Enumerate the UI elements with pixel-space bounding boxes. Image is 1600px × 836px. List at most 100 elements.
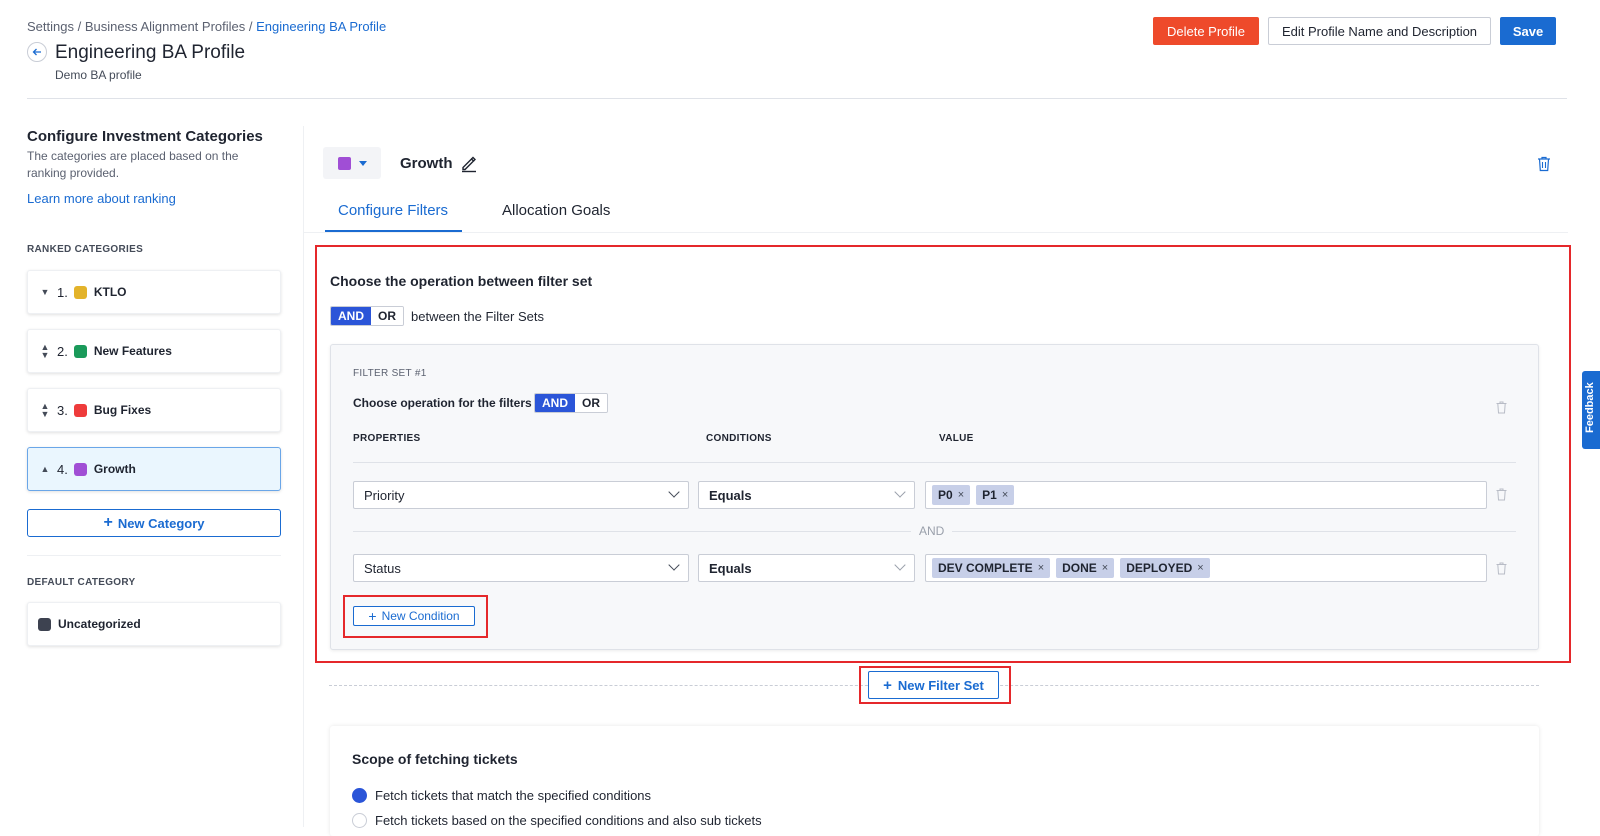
breadcrumb-ba-profiles[interactable]: Business Alignment Profiles bbox=[85, 19, 245, 34]
and-toggle-option[interactable]: AND bbox=[535, 394, 575, 412]
radio-button[interactable] bbox=[352, 813, 367, 828]
properties-column-header: PROPERTIES bbox=[353, 433, 421, 444]
condition-select[interactable]: Equals bbox=[698, 554, 915, 582]
or-toggle-option[interactable]: OR bbox=[371, 307, 403, 325]
category-card-growth[interactable]: ▲ 4. Growth bbox=[27, 447, 281, 491]
new-filter-set-button[interactable]: + New Filter Set bbox=[868, 671, 999, 699]
or-toggle-option[interactable]: OR bbox=[575, 394, 607, 412]
breadcrumb-separator: / bbox=[245, 19, 257, 34]
category-rank: 4. bbox=[57, 461, 68, 477]
category-color-swatch bbox=[38, 617, 51, 631]
category-color-swatch bbox=[73, 462, 87, 476]
category-rank: 2. bbox=[57, 343, 68, 359]
trash-icon[interactable] bbox=[1496, 488, 1507, 501]
chip-label: DEV COMPLETE bbox=[938, 561, 1033, 575]
close-icon[interactable]: × bbox=[1002, 489, 1008, 501]
category-color-picker[interactable] bbox=[323, 147, 381, 179]
sort-icon[interactable]: ▲ ▼ bbox=[38, 343, 52, 360]
filter-operation-toggle[interactable]: AND OR bbox=[534, 393, 608, 413]
property-select[interactable]: Status bbox=[353, 554, 689, 582]
chip-label: DEPLOYED bbox=[1126, 561, 1193, 575]
condition-value: Equals bbox=[709, 487, 752, 503]
category-card-new-features[interactable]: ▲ ▼ 2. New Features bbox=[27, 329, 281, 373]
close-icon[interactable]: × bbox=[1038, 562, 1044, 574]
default-category-label: DEFAULT CATEGORY bbox=[27, 577, 136, 588]
color-swatch bbox=[337, 156, 351, 170]
sort-up-icon[interactable]: ▲ bbox=[38, 465, 52, 474]
category-name: Growth bbox=[93, 462, 136, 476]
new-category-label: New Category bbox=[117, 515, 205, 531]
breadcrumb: Settings / Business Alignment Profiles /… bbox=[27, 19, 386, 34]
category-card-ktlo[interactable]: ▼ 1. KTLO bbox=[27, 270, 281, 314]
page-title: Engineering BA Profile bbox=[55, 42, 246, 63]
value-chip: P0 × bbox=[932, 485, 971, 505]
scope-option-match[interactable]: Fetch tickets that match the specified c… bbox=[352, 788, 651, 803]
sort-icon[interactable]: ▲ ▼ bbox=[38, 402, 52, 419]
learn-more-link[interactable]: Learn more about ranking bbox=[27, 191, 176, 206]
category-color-swatch bbox=[73, 403, 87, 417]
tabs-divider bbox=[303, 232, 1568, 233]
chevron-down-icon bbox=[668, 486, 680, 498]
delete-profile-button[interactable]: Delete Profile bbox=[1153, 17, 1259, 45]
category-rank: 3. bbox=[57, 402, 68, 418]
property-value: Priority bbox=[364, 487, 405, 503]
property-select[interactable]: Priority bbox=[353, 481, 689, 509]
breadcrumb-separator: / bbox=[73, 19, 85, 34]
header-divider bbox=[27, 98, 1567, 99]
breadcrumb-settings[interactable]: Settings bbox=[27, 19, 74, 34]
new-condition-button[interactable]: + New Condition bbox=[353, 606, 475, 626]
radio-label: Fetch tickets based on the specified con… bbox=[375, 813, 762, 828]
new-category-button[interactable]: + New Category bbox=[27, 509, 281, 537]
radio-button[interactable] bbox=[352, 788, 367, 803]
operation-title: Choose the operation between filter set bbox=[330, 273, 593, 289]
trash-icon[interactable] bbox=[1537, 156, 1551, 172]
filter-set-operation-toggle[interactable]: AND OR bbox=[330, 306, 404, 326]
breadcrumb-current: Engineering BA Profile bbox=[256, 19, 387, 34]
condition-select[interactable]: Equals bbox=[698, 481, 915, 509]
category-card-bug-fixes[interactable]: ▲ ▼ 3. Bug Fixes bbox=[27, 388, 281, 432]
close-icon[interactable]: × bbox=[958, 489, 964, 501]
trash-icon[interactable] bbox=[1496, 562, 1507, 575]
plus-icon: + bbox=[883, 676, 892, 694]
new-condition-label: New Condition bbox=[381, 609, 460, 623]
chip-label: DONE bbox=[1062, 561, 1097, 575]
and-toggle-option[interactable]: AND bbox=[331, 307, 371, 325]
chevron-down-icon bbox=[894, 559, 906, 571]
plus-icon: + bbox=[103, 514, 113, 531]
scope-option-sub-tickets[interactable]: Fetch tickets based on the specified con… bbox=[352, 813, 762, 828]
category-rank: 1. bbox=[57, 284, 68, 300]
feedback-tab[interactable]: Feedback bbox=[1582, 371, 1600, 449]
value-chip: DEV COMPLETE × bbox=[932, 558, 1051, 578]
chevron-down-icon bbox=[894, 486, 906, 498]
sidebar-title: Configure Investment Categories bbox=[27, 128, 263, 145]
category-color-swatch bbox=[73, 344, 87, 358]
value-multiselect[interactable]: DEV COMPLETE × DONE × DEPLOYED × bbox=[925, 554, 1487, 582]
save-button[interactable]: Save bbox=[1500, 17, 1556, 45]
pencil-icon[interactable] bbox=[459, 153, 479, 173]
sort-down-icon[interactable]: ▼ bbox=[38, 288, 52, 297]
arrow-left-icon bbox=[32, 48, 41, 56]
header-divider bbox=[353, 462, 1516, 463]
scope-title: Scope of fetching tickets bbox=[352, 751, 518, 767]
ranked-categories-label: RANKED CATEGORIES bbox=[27, 244, 144, 255]
back-button[interactable] bbox=[27, 42, 47, 62]
filter-set-label: FILTER SET #1 bbox=[353, 368, 427, 379]
category-name: Uncategorized bbox=[58, 617, 141, 631]
chip-label: P1 bbox=[982, 488, 997, 502]
between-text: between the Filter Sets bbox=[411, 309, 544, 324]
category-title: Growth bbox=[400, 155, 453, 172]
category-name: KTLO bbox=[93, 285, 127, 299]
close-icon[interactable]: × bbox=[1197, 562, 1203, 574]
sidebar-description: The categories are placed based on the r… bbox=[27, 149, 239, 180]
close-icon[interactable]: × bbox=[1102, 562, 1108, 574]
value-chip: DEPLOYED × bbox=[1120, 558, 1210, 578]
category-name: Bug Fixes bbox=[93, 403, 152, 417]
tab-allocation-goals[interactable]: Allocation Goals bbox=[502, 202, 610, 219]
and-separator-label: AND bbox=[911, 524, 953, 538]
trash-icon[interactable] bbox=[1496, 401, 1507, 414]
category-card-uncategorized[interactable]: Uncategorized bbox=[27, 602, 281, 646]
value-multiselect[interactable]: P0 × P1 × bbox=[925, 481, 1487, 509]
tab-configure-filters[interactable]: Configure Filters bbox=[338, 202, 448, 219]
edit-profile-button[interactable]: Edit Profile Name and Description bbox=[1268, 17, 1491, 45]
new-filter-set-label: New Filter Set bbox=[897, 677, 984, 693]
